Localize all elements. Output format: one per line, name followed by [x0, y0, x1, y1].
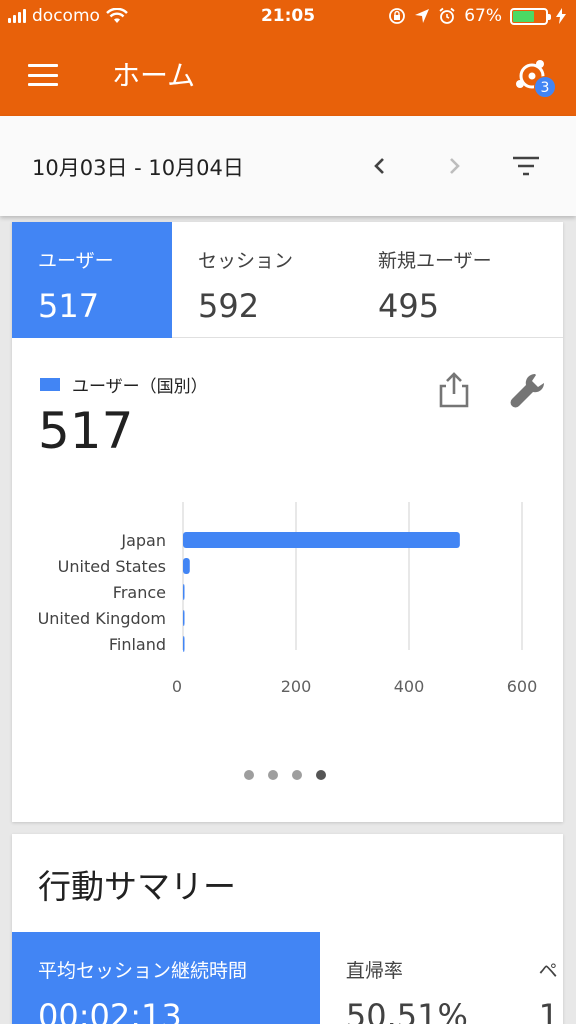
- y-tick-label: United States: [58, 557, 166, 576]
- chevron-left-icon[interactable]: [366, 152, 394, 180]
- y-tick-label: United Kingdom: [38, 609, 166, 628]
- pagination-dot[interactable]: [292, 770, 302, 780]
- metric-tab-bounce-rate[interactable]: 直帰率 50.51%: [320, 932, 513, 1024]
- country-bar-chart: 0 200 400 600 Japan United States France United…: [38, 502, 538, 696]
- rotation-lock-icon: [389, 8, 406, 24]
- section-title: 行動サマリー: [38, 867, 236, 906]
- metric-label: 平均セッション継続時間: [38, 960, 248, 982]
- behavior-summary-card: 行動サマリー 平均セッション継続時間 00:02:13 直帰率 50.51% ペ…: [12, 834, 563, 1024]
- location-icon: [415, 9, 430, 23]
- metric-label: ペ: [538, 960, 558, 982]
- metric-tab-avg-session-duration[interactable]: 平均セッション継続時間 00:02:13: [12, 932, 320, 1024]
- battery-percent: 67%: [464, 6, 502, 26]
- x-tick-label: 0: [172, 677, 182, 696]
- x-tick-label: 200: [281, 677, 312, 696]
- share-icon[interactable]: [436, 370, 472, 410]
- chevron-right-icon[interactable]: [440, 152, 468, 180]
- page-title: ホーム: [112, 59, 196, 92]
- alarm-icon: [439, 7, 455, 24]
- y-tick-label: Japan: [120, 531, 166, 550]
- overview-card: ユーザー 517 セッション 592 新規ユーザー 495 ユーザー（国別） 5…: [12, 222, 563, 822]
- metric-label: セッション: [198, 250, 294, 272]
- legend-swatch: [40, 378, 60, 391]
- metric-tab-sessions[interactable]: セッション 592: [172, 222, 352, 338]
- x-tick-label: 400: [394, 677, 425, 696]
- pagination-dot[interactable]: [268, 770, 278, 780]
- metric-tabs: ユーザー 517 セッション 592 新規ユーザー 495: [12, 222, 563, 338]
- metric-tab-new-users[interactable]: 新規ユーザー 495: [352, 222, 563, 338]
- pagination-dots: [244, 770, 326, 780]
- pagination-dot[interactable]: [316, 770, 326, 780]
- chart-legend: ユーザー（国別）: [40, 372, 208, 397]
- status-bar: docomo 21:05 67%: [0, 0, 576, 32]
- metric-tab-pageviews[interactable]: ペ 1: [513, 932, 563, 1024]
- metric-label: 新規ユーザー: [378, 250, 492, 272]
- notification-badge: 3: [534, 76, 556, 98]
- metric-label: ユーザー: [38, 250, 114, 272]
- y-tick-label: Finland: [109, 635, 166, 654]
- summary-metric-tabs: 平均セッション継続時間 00:02:13 直帰率 50.51% ペ 1: [12, 932, 563, 1024]
- bar[interactable]: [183, 532, 460, 548]
- charging-icon: [556, 8, 566, 24]
- chart-total: 517: [38, 402, 134, 460]
- metric-label: 直帰率: [345, 960, 403, 982]
- metric-value: 517: [38, 287, 100, 325]
- bar[interactable]: [183, 636, 185, 652]
- menu-icon[interactable]: [28, 64, 58, 86]
- wrench-icon[interactable]: [508, 370, 548, 410]
- battery-icon: [510, 7, 551, 25]
- filter-icon[interactable]: [510, 152, 542, 180]
- metric-value: 495: [378, 287, 440, 325]
- metric-value: 592: [198, 287, 260, 325]
- notifications-button[interactable]: 3: [512, 56, 556, 98]
- x-tick-label: 600: [507, 677, 538, 696]
- app-bar: ホーム 3: [0, 32, 576, 116]
- metric-value: 00:02:13: [38, 997, 182, 1024]
- bar[interactable]: [183, 558, 190, 574]
- pagination-dot[interactable]: [244, 770, 254, 780]
- bar[interactable]: [183, 610, 185, 626]
- y-tick-label: France: [113, 583, 166, 602]
- date-bar: 10月03日 - 10月04日: [0, 116, 576, 216]
- status-icons: 67%: [388, 6, 566, 26]
- date-range[interactable]: 10月03日 - 10月04日: [32, 152, 244, 182]
- bar[interactable]: [183, 584, 185, 600]
- legend-label: ユーザー（国別）: [72, 377, 208, 397]
- metric-value: 1: [538, 997, 559, 1024]
- metric-value: 50.51%: [345, 997, 468, 1024]
- metric-tab-users[interactable]: ユーザー 517: [12, 222, 172, 338]
